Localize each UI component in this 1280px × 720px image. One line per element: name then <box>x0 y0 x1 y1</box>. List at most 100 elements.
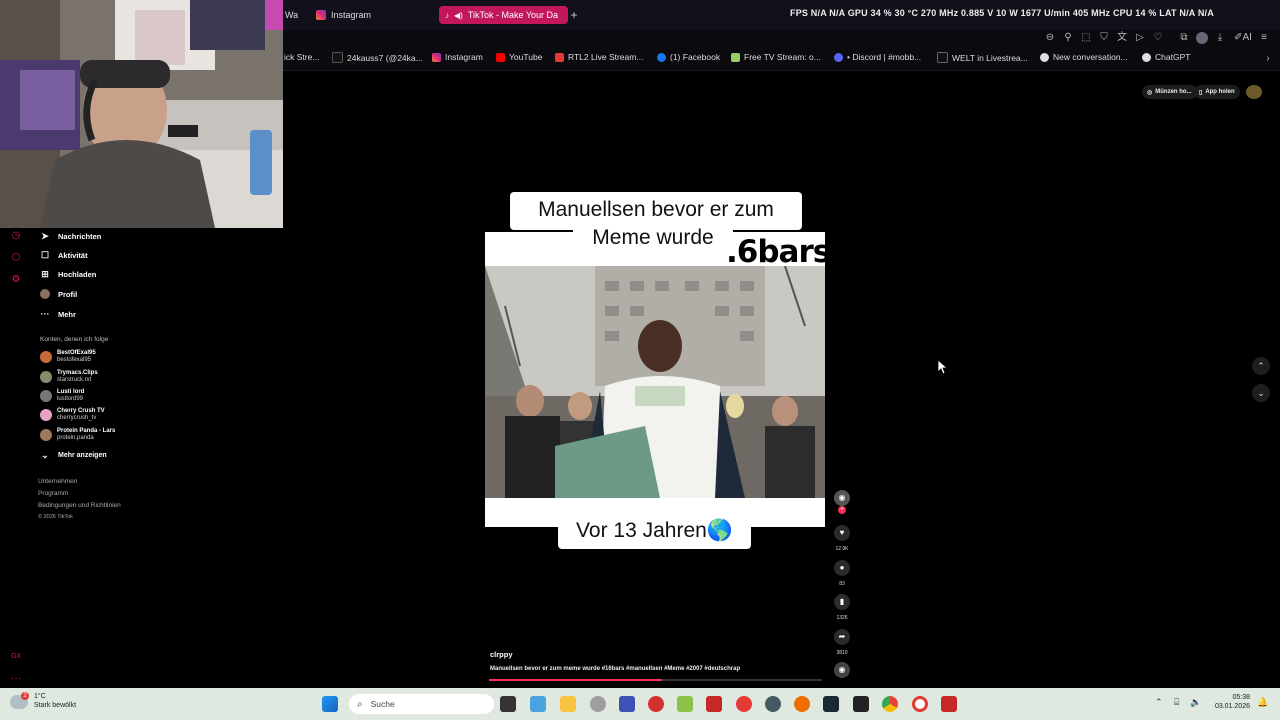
taskbar-clock[interactable]: 05:38 03.01.2026 <box>1208 693 1250 711</box>
video-author[interactable]: clrppy <box>490 650 513 659</box>
followed-account[interactable]: Cherry Crush TV cherrycrush_tv <box>40 408 105 422</box>
nav-messages[interactable]: ➤ Nachrichten <box>40 231 101 241</box>
nav-activity[interactable]: ☐ Aktivität <box>40 250 88 260</box>
show-more-button[interactable]: ⌄ Mehr anzeigen <box>40 450 106 460</box>
followed-account[interactable]: Protein Panda - Lars protein.panda <box>40 428 115 442</box>
get-app-button[interactable]: ▯ App holen <box>1194 85 1240 99</box>
tab-tiktok[interactable]: ♪ ◀) TikTok - Make Your Da <box>439 6 568 24</box>
obs-icon[interactable] <box>765 696 781 712</box>
avatar <box>40 409 52 421</box>
tab-instagram[interactable]: Instagram <box>316 6 371 24</box>
play-icon[interactable]: ▷ <box>1134 32 1146 44</box>
notification-bell-icon[interactable]: 🔔 <box>1257 697 1268 708</box>
followed-account[interactable]: Trymacs.Clips starstruck.rxt <box>40 370 98 384</box>
avatar <box>40 351 52 363</box>
chevron-up-icon[interactable]: ⌃ <box>1155 697 1163 708</box>
followed-account[interactable]: BestOfExal95 bestofexal95 <box>40 350 96 364</box>
task-view-icon[interactable] <box>500 696 516 712</box>
nav-upload[interactable]: ⊞ Hochladen <box>40 269 96 279</box>
gx-icon[interactable]: GX <box>10 651 22 663</box>
bookmark-icon: ▮ <box>839 597 845 606</box>
clock-icon[interactable]: ◷ <box>10 230 22 242</box>
video-caption-top-line2: Meme wurde <box>573 226 733 252</box>
bookmark-item[interactable]: ChatGPT <box>1142 52 1190 62</box>
more-icon: ··· <box>40 309 50 319</box>
opera-gx-icon[interactable] <box>912 696 928 712</box>
screenshot-icon[interactable]: ⬚ <box>1080 32 1092 44</box>
chevron-right-icon[interactable]: › <box>1262 53 1274 65</box>
calculator-icon[interactable] <box>530 696 546 712</box>
minecraft-icon[interactable] <box>677 696 693 712</box>
footer-link[interactable]: Bedingungen und Richtlinien <box>38 502 121 509</box>
avatar <box>40 390 52 402</box>
pin-icon[interactable]: ⚲ <box>1062 32 1074 44</box>
search-icon: ⌕ <box>357 698 363 710</box>
extensions-icon[interactable]: ⧉ <box>1178 32 1190 44</box>
followed-account[interactable]: Lusti lord lustlord99 <box>40 389 84 403</box>
weather-widget[interactable]: 1°C Stark bewölkt <box>34 692 76 710</box>
previous-video-button[interactable]: ⌃ <box>1252 357 1270 375</box>
ai-icon[interactable]: ✐AI <box>1234 32 1252 44</box>
like-button[interactable]: ♥ <box>834 525 850 541</box>
zoom-icon[interactable]: ⊖ <box>1044 32 1056 44</box>
avatar-icon <box>40 289 50 299</box>
footer-link[interactable]: Unternehmen <box>38 478 77 485</box>
mouse-cursor-icon <box>938 360 948 375</box>
profile-avatar[interactable] <box>1196 32 1208 44</box>
bookmark-item[interactable]: • Discord | #mobb... <box>834 52 921 62</box>
bookmark-item[interactable]: New conversation... <box>1040 52 1128 62</box>
cube-icon[interactable]: ⬡ <box>10 252 22 264</box>
file-explorer-icon[interactable] <box>560 696 576 712</box>
windows-start-icon[interactable] <box>322 696 338 712</box>
instagram-icon <box>316 10 326 20</box>
bookmark-item[interactable]: Instagram <box>432 52 483 62</box>
music-disc[interactable]: ◉ <box>834 662 850 678</box>
get-coins-button[interactable]: ◎ Münzen ho... <box>1142 85 1197 99</box>
download-icon[interactable]: ⤓ <box>1214 32 1226 44</box>
bookmark-item[interactable]: (1) Facebook <box>657 52 720 62</box>
like-count: 12.9K <box>835 546 849 552</box>
next-video-button[interactable]: ⌄ <box>1252 384 1270 402</box>
record-app-icon[interactable] <box>736 696 752 712</box>
vpn-app-icon[interactable] <box>619 696 635 712</box>
profile-avatar[interactable] <box>1246 85 1262 99</box>
steam-icon[interactable] <box>823 696 839 712</box>
chrome-icon[interactable] <box>882 696 898 712</box>
translate-icon[interactable]: 文 <box>1116 32 1128 44</box>
shield-app-icon[interactable] <box>648 696 664 712</box>
nav-more[interactable]: ··· Mehr <box>40 309 76 319</box>
app-icon: ▯ <box>1199 89 1203 96</box>
creator-avatar[interactable]: ◉ <box>834 490 850 506</box>
openai-icon <box>1142 52 1151 62</box>
heart-icon[interactable]: ♡ <box>1152 32 1164 44</box>
firefox-icon[interactable] <box>794 696 810 712</box>
mouse-app-icon[interactable] <box>590 696 606 712</box>
epic-games-icon[interactable] <box>853 696 869 712</box>
shield-icon[interactable]: ⛉ <box>1098 32 1110 44</box>
bookmark-item[interactable]: Free TV Stream: o... <box>731 52 821 62</box>
bookmark-item[interactable]: 24kauss7 (@24ka... <box>332 52 423 63</box>
bookmark-item[interactable]: RTL2 Live Stream... <box>555 52 643 62</box>
more-icon[interactable]: ··· <box>10 673 22 685</box>
following-section-title: Konten, denen ich folge <box>40 336 109 343</box>
youtube-icon <box>496 52 505 62</box>
game-app-icon[interactable] <box>941 696 957 712</box>
taskbar-search[interactable]: ⌕ Suche <box>349 694 494 714</box>
nav-profile[interactable]: Profil <box>40 289 77 299</box>
game-app-icon[interactable] <box>706 696 722 712</box>
save-button[interactable]: ▮ <box>834 594 850 610</box>
settings-icon[interactable]: ⚙ <box>10 274 22 286</box>
tab-partial[interactable]: Wa <box>285 6 298 24</box>
heart-icon: ♥ <box>839 528 845 537</box>
bookmark-item[interactable]: ick Stre... <box>284 52 319 62</box>
bookmark-item[interactable]: WELT in Livestrea... <box>937 52 1028 63</box>
comment-button[interactable]: ● <box>834 560 850 576</box>
follow-plus-icon[interactable]: + <box>838 506 846 514</box>
footer-link[interactable]: Programm <box>38 490 68 497</box>
menu-icon[interactable]: ≡ <box>1258 32 1270 44</box>
share-button[interactable]: ➦ <box>834 629 850 645</box>
network-icon[interactable]: ⌸ <box>1174 697 1179 708</box>
new-tab-button[interactable]: + <box>568 9 580 21</box>
volume-icon[interactable]: 🔈 <box>1190 697 1201 708</box>
bookmark-item[interactable]: YouTube <box>496 52 542 62</box>
